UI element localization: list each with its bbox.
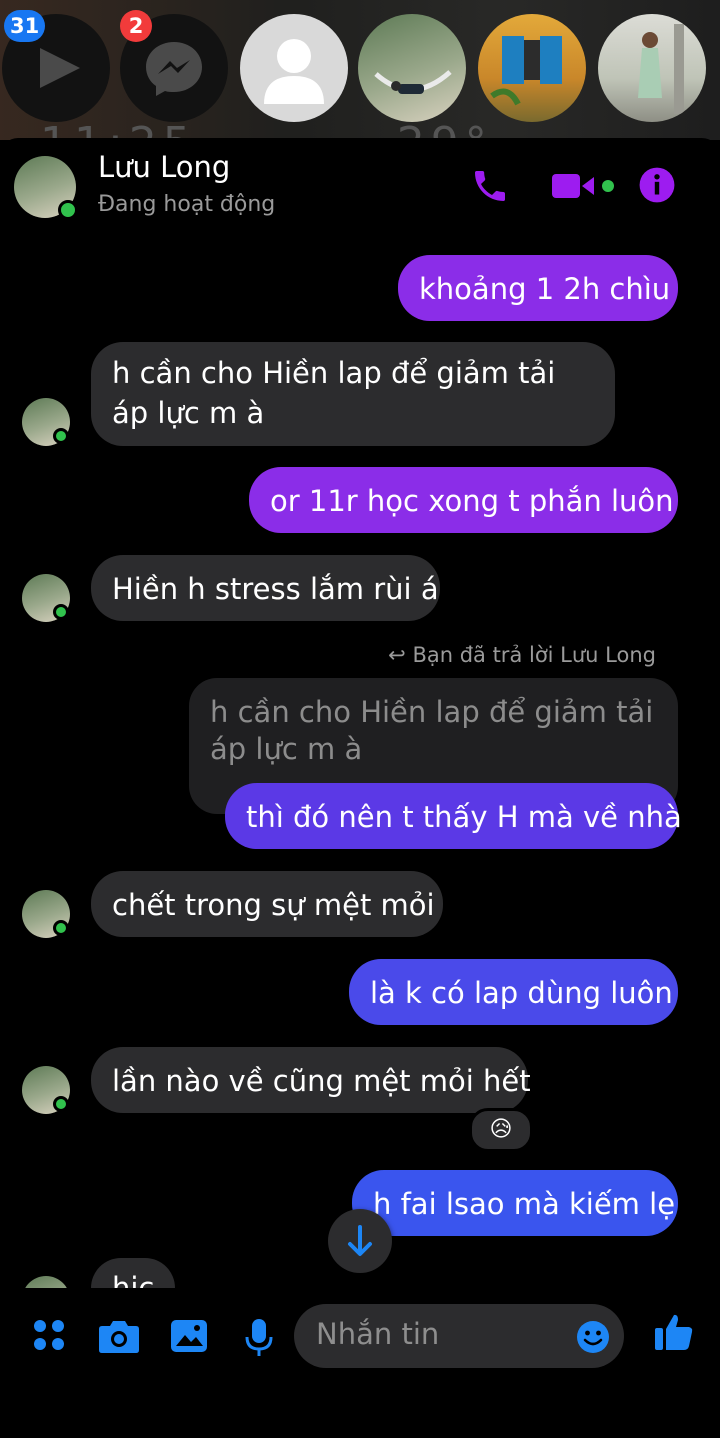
message-bubble-outgoing[interactable]: or 11r học xong t phắn luôn	[249, 467, 678, 533]
message-bubble-outgoing[interactable]: khoảng 1 2h chìu	[398, 255, 678, 321]
microphone-icon[interactable]	[244, 1318, 274, 1358]
message-bubble-outgoing[interactable]: thì đó nên t thấy H mà về nhà	[225, 783, 682, 849]
phone-icon[interactable]	[470, 166, 510, 206]
message-input[interactable]: Nhắn tin	[294, 1304, 624, 1368]
background-clock: 11:2529°	[40, 118, 493, 140]
contact-name[interactable]: Lưu Long	[98, 150, 230, 184]
reply-indicator: ↩ Bạn đã trả lời Lưu Long	[388, 643, 656, 667]
online-indicator	[58, 200, 78, 220]
video-camera-icon[interactable]	[552, 166, 616, 206]
message-bubble-incoming[interactable]: Hiền h stress lắm rùi á	[91, 555, 440, 621]
arrow-down-icon	[348, 1225, 372, 1256]
chat-head-blue-window-photo[interactable]	[478, 14, 586, 122]
user-silhouette-icon	[264, 39, 324, 104]
emoji-icon[interactable]	[576, 1320, 610, 1354]
like-icon[interactable]	[654, 1312, 694, 1352]
message-bubble-incoming[interactable]: h cần cho Hiền lap để giảm tải áp lực m …	[91, 342, 615, 446]
online-indicator	[53, 428, 69, 444]
chat-heads-bar: 11:2529°	[0, 0, 720, 140]
chat-head-default-user[interactable]	[240, 14, 348, 122]
message-input-placeholder: Nhắn tin	[316, 1317, 440, 1351]
chat-panel: Lưu Long Đang hoạt động khoảng 1 2h chìu…	[0, 138, 720, 1438]
message-bubble-outgoing[interactable]: là k có lap dùng luôn	[349, 959, 678, 1025]
menu-grid-icon[interactable]	[32, 1318, 66, 1352]
message-bubble-incoming[interactable]: lần nào về cũng mệt mỏi hết	[91, 1047, 531, 1113]
hammock-photo	[374, 70, 452, 94]
window-photo	[490, 36, 562, 106]
message-bubble-outgoing[interactable]: h fai lsao mà kiếm lẹ	[352, 1170, 678, 1236]
online-indicator	[53, 604, 69, 620]
message-reaction[interactable]: 😥	[469, 1108, 533, 1152]
unread-badge-play: 31	[4, 10, 46, 42]
online-indicator	[53, 1096, 69, 1112]
reply-arrow-icon: ↩	[388, 643, 406, 667]
scroll-to-bottom-button[interactable]	[328, 1209, 392, 1273]
unread-badge-messenger: 2	[120, 10, 152, 42]
info-icon[interactable]	[638, 166, 676, 204]
chat-header: Lưu Long Đang hoạt động	[0, 138, 720, 238]
chat-head-woman-photo[interactable]	[598, 14, 706, 122]
online-indicator	[53, 920, 69, 936]
camera-icon[interactable]	[98, 1318, 140, 1354]
chat-head-hammock-photo[interactable]	[358, 14, 466, 122]
message-bubble-incoming[interactable]: chết trong sự mệt mỏi	[91, 871, 443, 937]
woman-photo	[638, 24, 684, 114]
contact-status: Đang hoạt động	[98, 192, 276, 217]
message-bubble-incoming[interactable]: hic	[91, 1258, 175, 1288]
gallery-icon[interactable]	[170, 1318, 208, 1354]
message-composer: Nhắn tin	[0, 1288, 720, 1438]
